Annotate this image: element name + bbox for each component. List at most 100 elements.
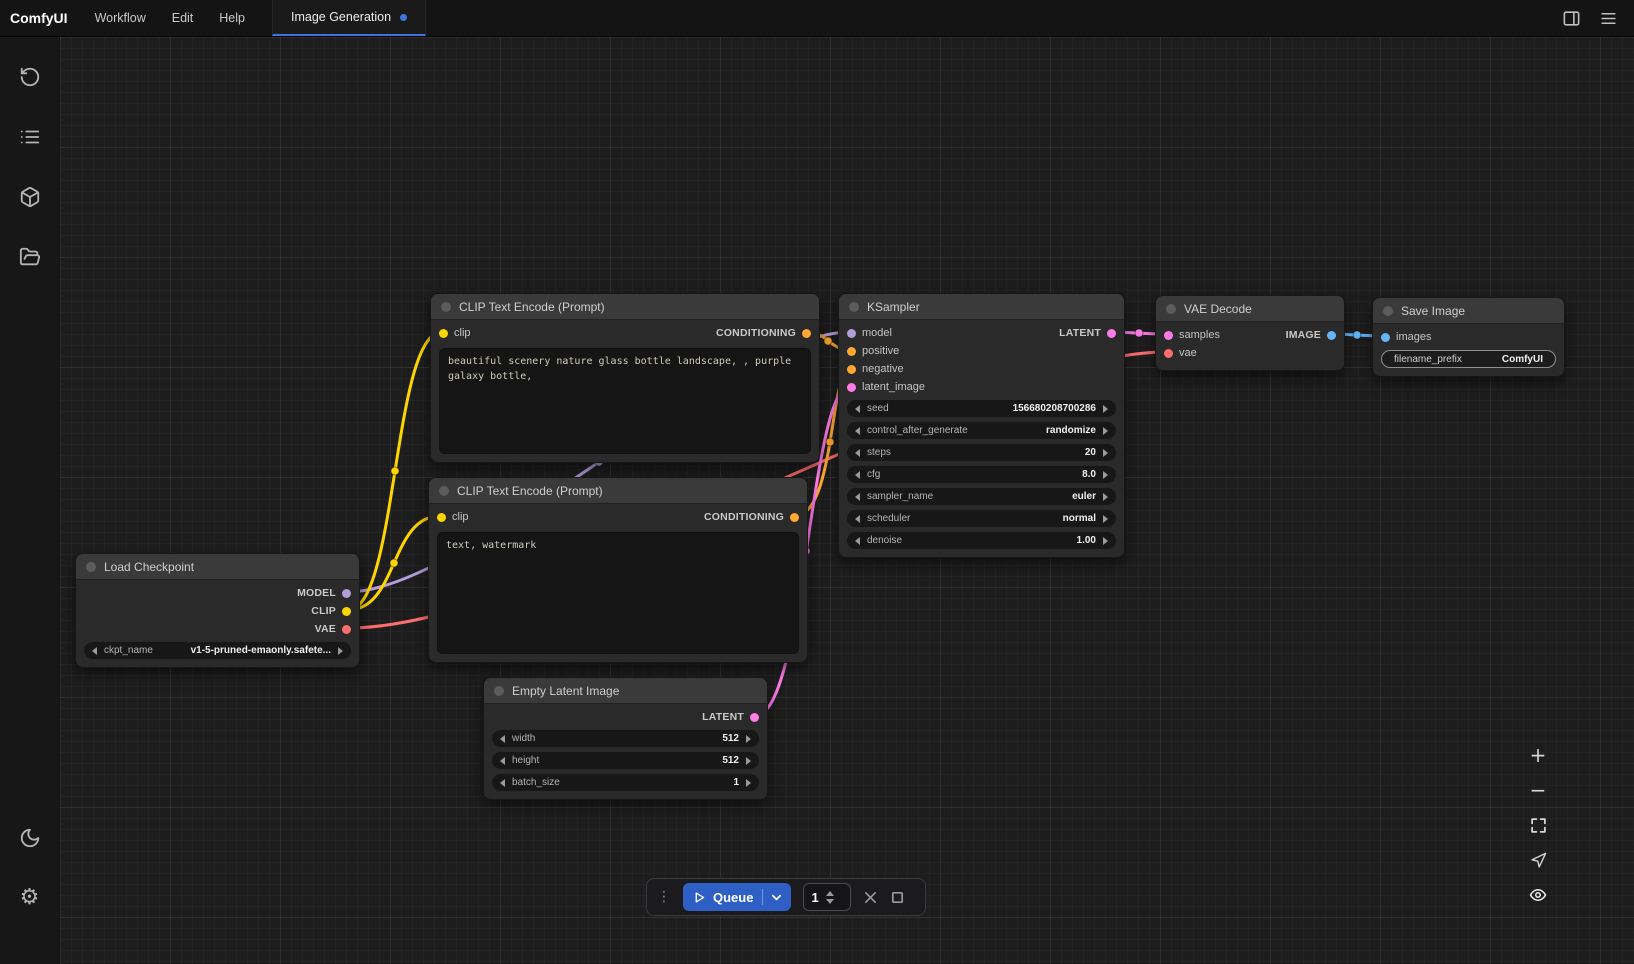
output-slot-conditioning[interactable]: CONDITIONING: [716, 327, 811, 339]
input-dot-images[interactable]: [1381, 333, 1390, 342]
decrement-icon[interactable]: [855, 449, 860, 457]
prev-value-icon[interactable]: [855, 427, 860, 435]
widget-denoise[interactable]: denoise 1.00: [847, 532, 1116, 549]
node-empty-latent-image[interactable]: Empty Latent Image LATENT width 512 heig…: [483, 677, 768, 800]
increment-icon[interactable]: [1103, 449, 1108, 457]
output-dot-latent[interactable]: [750, 713, 759, 722]
menu-edit[interactable]: Edit: [159, 0, 207, 36]
input-dot-clip[interactable]: [437, 513, 446, 522]
node-library-button[interactable]: [0, 107, 60, 167]
increment-icon[interactable]: [1103, 471, 1108, 479]
input-slot-clip[interactable]: clip: [437, 511, 469, 523]
output-slot-conditioning[interactable]: CONDITIONING: [704, 511, 799, 523]
queue-button[interactable]: Queue: [683, 883, 791, 911]
batch-count-input[interactable]: 1: [803, 883, 851, 911]
decrement-icon[interactable]: [500, 757, 505, 765]
output-slot-model[interactable]: MODEL: [297, 587, 351, 599]
hamburger-menu-icon[interactable]: [1599, 9, 1618, 28]
fit-view-button[interactable]: [1524, 812, 1552, 838]
comfyui-logo[interactable]: ComfyUI: [0, 10, 82, 26]
input-slot-images[interactable]: images: [1381, 331, 1431, 343]
collapse-toggle-icon[interactable]: [1383, 306, 1393, 316]
input-dot-vae[interactable]: [1164, 349, 1173, 358]
toggle-link-visibility-button[interactable]: [1524, 882, 1552, 908]
increment-icon[interactable]: [746, 735, 751, 743]
widget-sampler-name[interactable]: sampler_name euler: [847, 488, 1116, 505]
node-clip-text-encode-positive[interactable]: CLIP Text Encode (Prompt) clip CONDITION…: [430, 293, 820, 463]
prompt-textarea[interactable]: beautiful scenery nature glass bottle la…: [439, 348, 811, 454]
input-dot-model[interactable]: [847, 329, 856, 338]
theme-toggle-button[interactable]: [0, 808, 60, 868]
prev-value-icon[interactable]: [855, 515, 860, 523]
node-header[interactable]: VAE Decode: [1156, 296, 1344, 322]
select-mode-button[interactable]: [1524, 847, 1552, 873]
node-header[interactable]: CLIP Text Encode (Prompt): [429, 478, 807, 504]
increment-icon[interactable]: [746, 757, 751, 765]
increment-icon[interactable]: [1103, 537, 1108, 545]
node-header[interactable]: Load Checkpoint: [76, 554, 359, 580]
widget-ckpt-name[interactable]: ckpt_name v1-5-pruned-emaonly.safete...: [84, 642, 351, 659]
output-dot-clip[interactable]: [342, 607, 351, 616]
prev-value-icon[interactable]: [92, 647, 97, 655]
menu-workflow[interactable]: Workflow: [82, 0, 159, 36]
queue-options-chevron-icon[interactable]: [770, 891, 783, 904]
node-vae-decode[interactable]: VAE Decode samples IMAGE vae: [1155, 295, 1345, 371]
output-slot-latent[interactable]: LATENT: [702, 711, 759, 723]
output-dot-latent[interactable]: [1107, 329, 1116, 338]
input-slot-negative[interactable]: negative: [847, 363, 904, 375]
input-slot-clip[interactable]: clip: [439, 327, 471, 339]
collapse-toggle-icon[interactable]: [439, 486, 449, 496]
input-dot-samples[interactable]: [1164, 331, 1173, 340]
output-slot-clip[interactable]: CLIP: [311, 605, 351, 617]
output-dot-model[interactable]: [342, 589, 351, 598]
batch-increment-icon[interactable]: [826, 891, 834, 896]
node-header[interactable]: Empty Latent Image: [484, 678, 767, 704]
next-value-icon[interactable]: [338, 647, 343, 655]
decrement-icon[interactable]: [500, 735, 505, 743]
widget-batch-size[interactable]: batch_size 1: [492, 774, 759, 791]
collapse-toggle-icon[interactable]: [849, 302, 859, 312]
prev-value-icon[interactable]: [855, 493, 860, 501]
workflows-button[interactable]: [0, 227, 60, 287]
output-slot-latent[interactable]: LATENT: [1059, 327, 1116, 339]
collapse-toggle-icon[interactable]: [441, 302, 451, 312]
decrement-icon[interactable]: [500, 779, 505, 787]
node-load-checkpoint[interactable]: Load Checkpoint MODEL CLIP VAE ckpt_name: [75, 553, 360, 668]
widget-height[interactable]: height 512: [492, 752, 759, 769]
widget-scheduler[interactable]: scheduler normal: [847, 510, 1116, 527]
toggle-panel-icon[interactable]: [1562, 9, 1581, 28]
output-dot-conditioning[interactable]: [790, 513, 799, 522]
collapse-toggle-icon[interactable]: [86, 562, 96, 572]
input-slot-samples[interactable]: samples: [1164, 329, 1220, 341]
input-dot-positive[interactable]: [847, 347, 856, 356]
increment-icon[interactable]: [746, 779, 751, 787]
tab-image-generation[interactable]: Image Generation: [272, 0, 426, 36]
output-dot-image[interactable]: [1327, 331, 1336, 340]
stop-button[interactable]: [890, 890, 905, 905]
prompt-textarea[interactable]: text, watermark: [437, 532, 799, 654]
input-dot-clip[interactable]: [439, 329, 448, 338]
next-value-icon[interactable]: [1103, 515, 1108, 523]
zoom-out-button[interactable]: −: [1524, 777, 1552, 803]
input-dot-negative[interactable]: [847, 365, 856, 374]
settings-button[interactable]: ⚙: [0, 868, 60, 928]
increment-icon[interactable]: [1103, 405, 1108, 413]
next-value-icon[interactable]: [1103, 427, 1108, 435]
node-header[interactable]: Save Image: [1373, 298, 1564, 324]
input-dot-latent-image[interactable]: [847, 383, 856, 392]
model-library-button[interactable]: [0, 167, 60, 227]
workflow-history-button[interactable]: [0, 47, 60, 107]
widget-seed[interactable]: seed 156680208700286: [847, 400, 1116, 417]
node-clip-text-encode-negative[interactable]: CLIP Text Encode (Prompt) clip CONDITION…: [428, 477, 808, 663]
widget-control-after-generate[interactable]: control_after_generate randomize: [847, 422, 1116, 439]
node-header[interactable]: CLIP Text Encode (Prompt): [431, 294, 819, 320]
collapse-toggle-icon[interactable]: [1166, 304, 1176, 314]
decrement-icon[interactable]: [855, 405, 860, 413]
zoom-in-button[interactable]: +: [1524, 742, 1552, 768]
widget-steps[interactable]: steps 20: [847, 444, 1116, 461]
batch-decrement-icon[interactable]: [826, 899, 834, 904]
widget-cfg[interactable]: cfg 8.0: [847, 466, 1116, 483]
input-slot-positive[interactable]: positive: [847, 345, 899, 357]
clear-queue-button[interactable]: [863, 890, 878, 905]
input-slot-model[interactable]: model: [847, 327, 892, 339]
